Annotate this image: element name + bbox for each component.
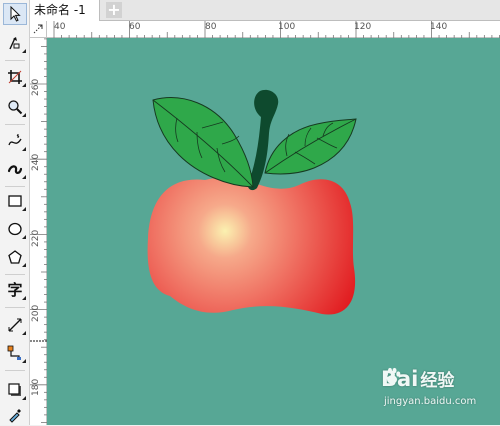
artistic-media-tool-button[interactable]	[3, 158, 27, 180]
text-icon: 字	[7, 281, 23, 299]
polygon-icon	[8, 250, 22, 264]
crop-tool-button[interactable]	[3, 66, 27, 88]
watermark-url: jingyan.baidu.com	[384, 396, 477, 407]
ellipse-tool-button[interactable]	[3, 218, 27, 240]
rectangle-tool-button[interactable]	[3, 190, 27, 212]
dimension-line-icon	[8, 318, 22, 332]
watermark-logo: Bai 经验	[381, 366, 455, 392]
crop-icon	[8, 70, 22, 84]
ellipse-icon	[8, 222, 22, 236]
drop-shadow-tool-button[interactable]	[3, 379, 27, 401]
drawing-canvas[interactable]: Bai 经验 jingyan.baidu.com	[47, 38, 500, 425]
brush-stroke-icon	[7, 165, 23, 174]
document-tab[interactable]: 未命名 -1	[30, 0, 100, 21]
right-leaf	[264, 118, 357, 175]
shape-tool-button[interactable]	[3, 32, 27, 54]
ruler-label: 200	[31, 304, 41, 322]
toolbox: 字	[0, 0, 30, 425]
ruler-label: 60	[129, 22, 141, 32]
connector-icon	[7, 345, 21, 360]
horizontal-ruler[interactable]: 40 60 80 100 120 140	[47, 21, 500, 38]
freehand-curve-icon	[8, 134, 22, 146]
shape-edit-icon	[9, 37, 20, 50]
ruler-label: 140	[430, 22, 448, 32]
connector-tool-button[interactable]	[3, 342, 27, 364]
freehand-tool-button[interactable]	[3, 130, 27, 152]
ruler-label: 80	[205, 22, 217, 32]
add-tab-button[interactable]: +	[106, 2, 122, 18]
ruler-label: 40	[54, 22, 66, 32]
rectangle-icon	[8, 195, 22, 207]
watermark-logo-suffix: 经验	[420, 371, 455, 391]
ruler-origin-icon	[33, 24, 43, 34]
ruler-label: 240	[31, 153, 41, 171]
cursor-arrow-icon	[10, 6, 21, 22]
ruler-label: 180	[31, 378, 41, 396]
zoom-tool-button[interactable]	[3, 96, 27, 118]
ruler-label: 120	[354, 22, 372, 32]
vertical-ruler[interactable]: 260 240 220 200 180	[30, 38, 47, 425]
paw-icon	[384, 367, 401, 384]
pick-tool-button[interactable]	[3, 3, 27, 25]
magnifier-icon	[8, 100, 23, 115]
ruler-label: 100	[278, 22, 296, 32]
polygon-tool-button[interactable]	[3, 246, 27, 268]
baidu-jingyan-watermark: Bai 经验 jingyan.baidu.com	[381, 366, 500, 414]
left-leaf	[152, 97, 254, 188]
text-tool-button[interactable]: 字	[3, 279, 27, 301]
ruler-origin-corner[interactable]	[30, 21, 47, 38]
document-tab-bar: 未命名 -1 +	[30, 0, 500, 21]
ruler-label: 260	[31, 78, 41, 96]
eyedropper-icon	[9, 409, 21, 423]
dimension-tool-button[interactable]	[3, 314, 27, 336]
eyedropper-tool-button[interactable]	[3, 404, 27, 426]
apple-stem	[247, 89, 279, 191]
drop-shadow-icon	[8, 383, 21, 396]
apple-body	[147, 177, 356, 315]
ruler-label: 220	[31, 229, 41, 247]
